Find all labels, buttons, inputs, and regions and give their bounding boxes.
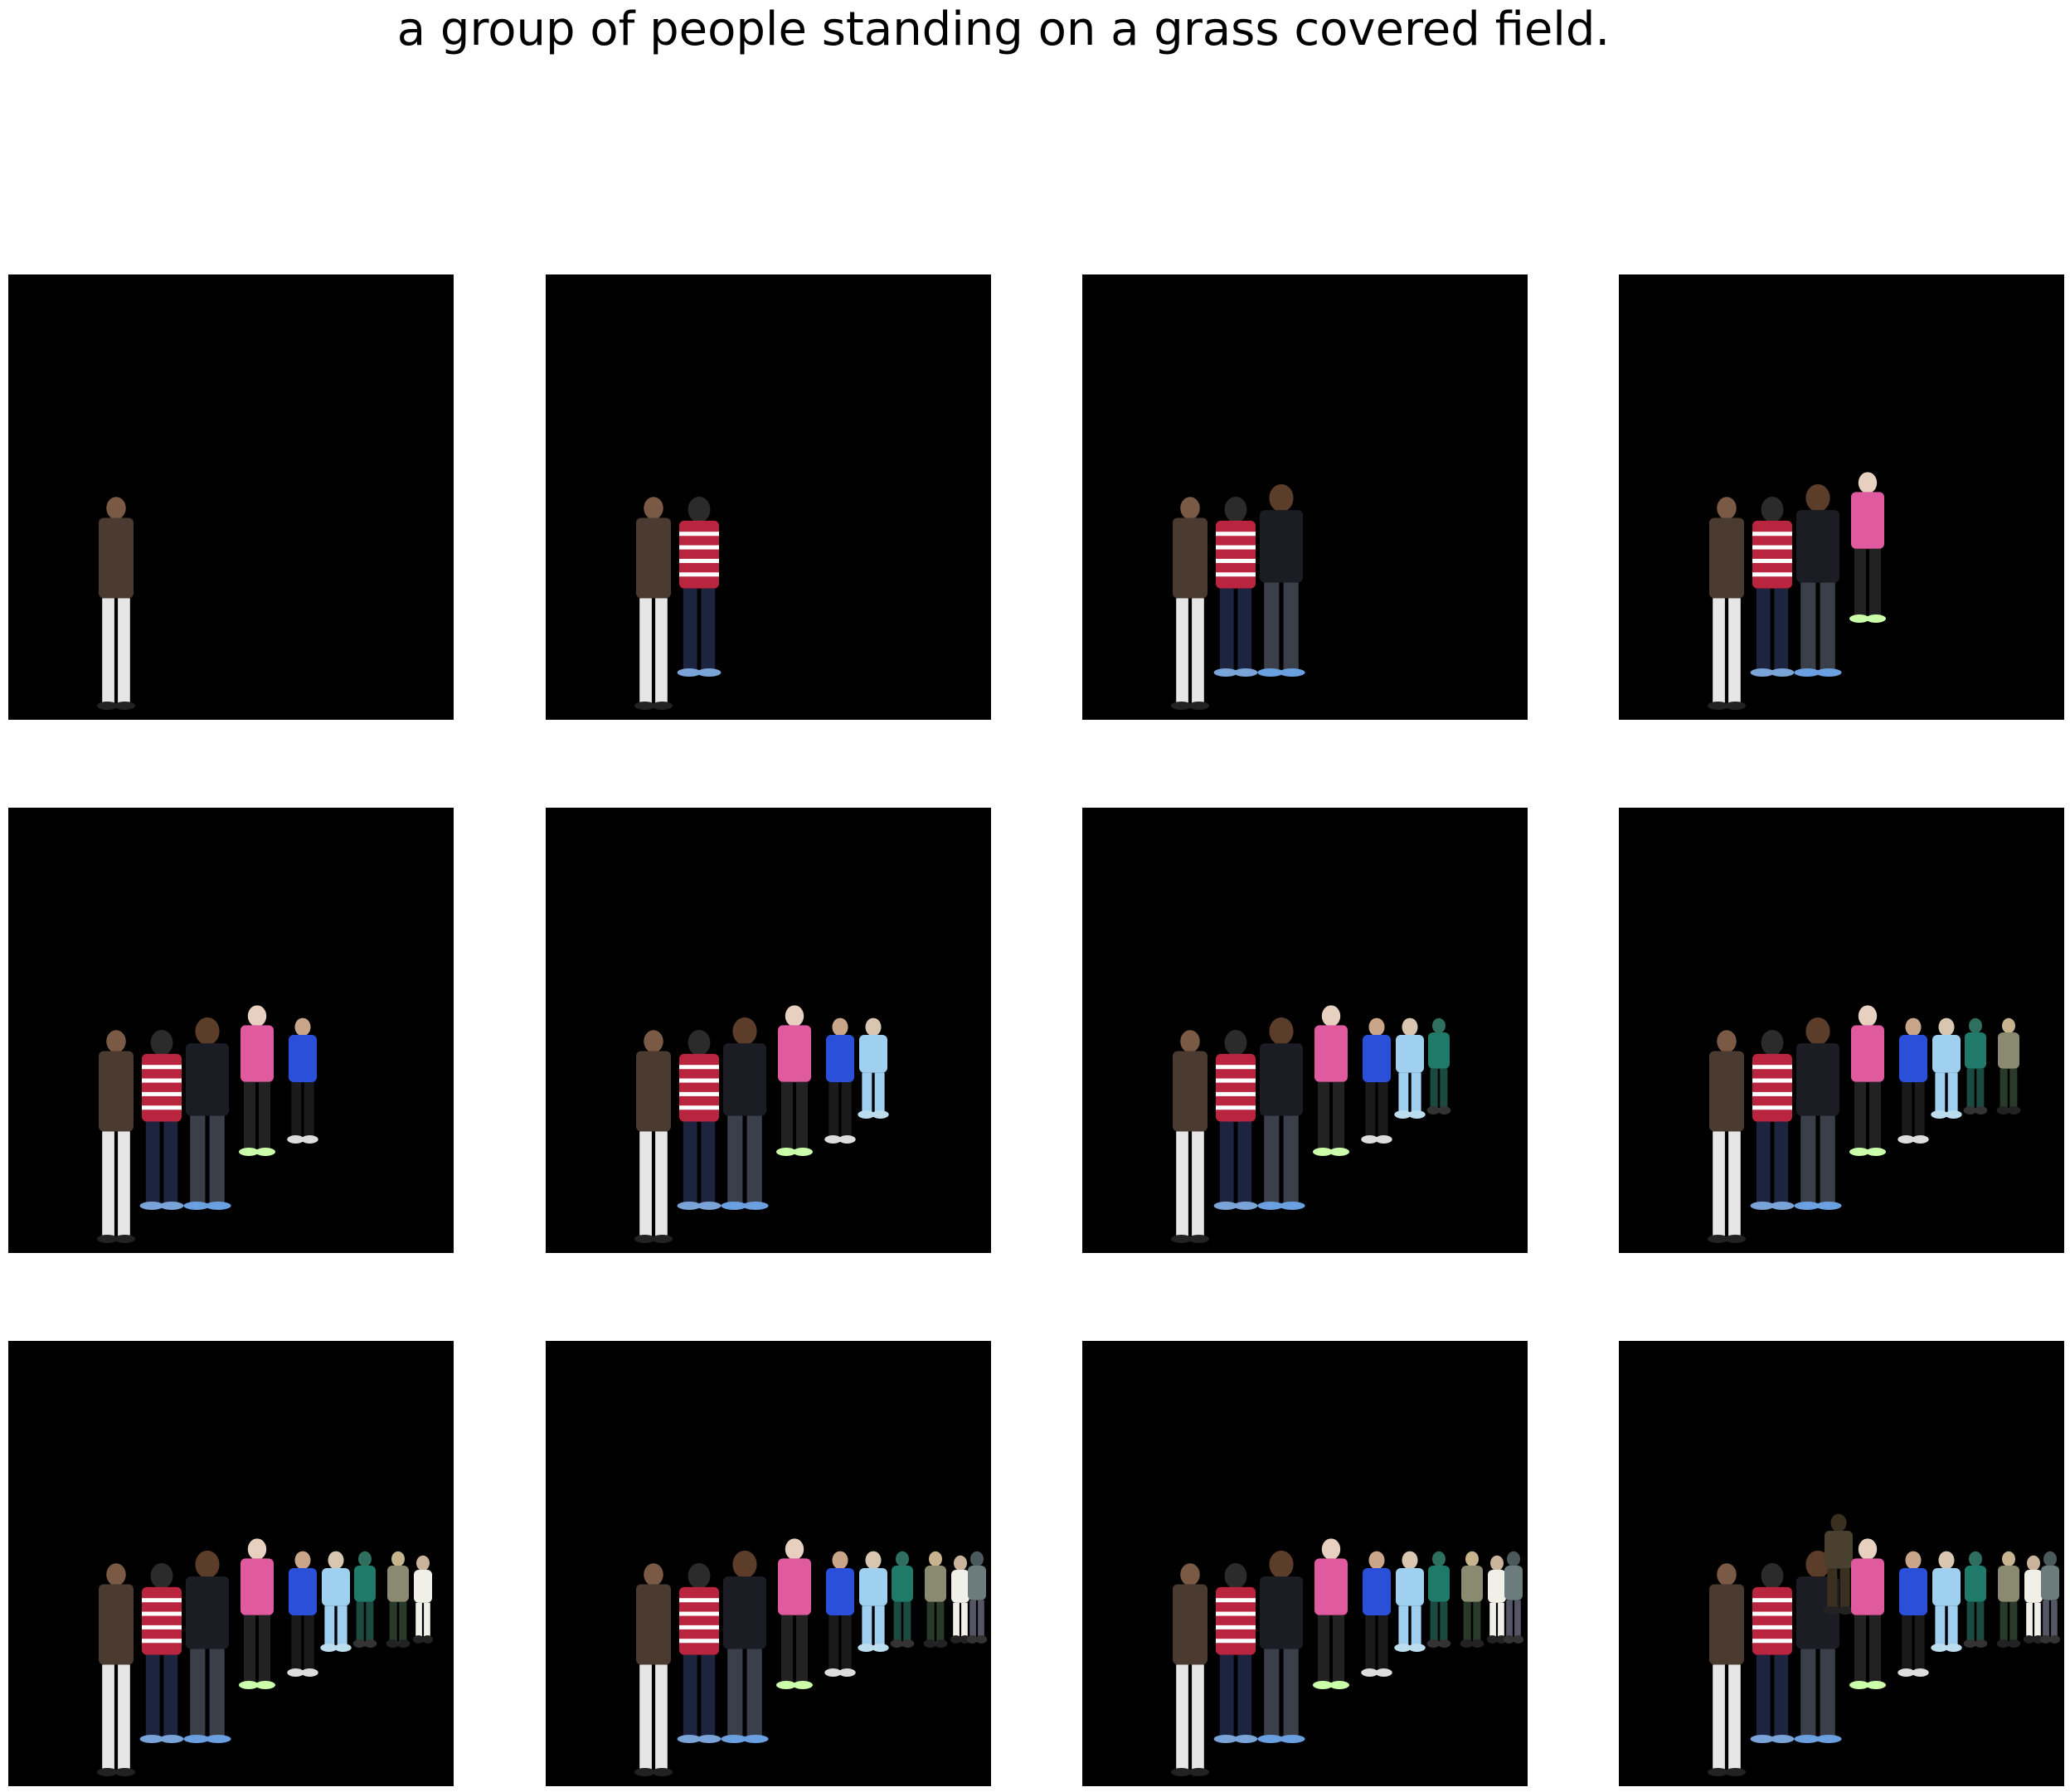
person-figure-1 [96, 1030, 136, 1243]
image-panel-2 [546, 274, 991, 720]
person-figure-2 [677, 496, 722, 677]
person-figure-10 [2039, 1551, 2061, 1644]
person-figure-1 [1707, 497, 1747, 710]
person-figure-2 [1750, 1029, 1795, 1210]
person-figure-8 [923, 1551, 948, 1648]
person-figure-6 [858, 1551, 889, 1652]
image-panel-4 [1619, 274, 2064, 720]
image-panel-12 [1619, 1341, 2064, 1786]
person-figure-3 [1794, 483, 1842, 677]
person-figure-5 [1361, 1017, 1392, 1144]
person-figure-3 [1257, 1550, 1305, 1743]
image-panel-7 [1082, 808, 1528, 1253]
person-figure-9 [412, 1555, 434, 1644]
person-figure-5 [824, 1551, 856, 1677]
person-figure-4 [776, 1005, 813, 1156]
person-figure-2 [1213, 1562, 1258, 1743]
panel-figures [1170, 1538, 1524, 1776]
person-figure-4 [776, 1538, 813, 1689]
person-figure-6 [1931, 1017, 1962, 1119]
person-figure-8 [1996, 1017, 2021, 1115]
person-figure-2 [1750, 496, 1795, 677]
person-figure-5 [1898, 1017, 1929, 1144]
person-figure-4 [1313, 1005, 1349, 1156]
person-figure-3 [1794, 1017, 1842, 1210]
image-panel-11 [1082, 1341, 1528, 1786]
panel-figures [1707, 472, 1886, 710]
person-figure-4 [1849, 1538, 1886, 1689]
person-figure-1 [634, 497, 673, 710]
panel-figures [1707, 1513, 2061, 1776]
image-panel-10 [546, 1341, 991, 1786]
person-figure-5 [287, 1551, 318, 1677]
person-figure-2 [677, 1562, 722, 1743]
person-figure-5 [287, 1017, 318, 1144]
person-figure-8 [1996, 1551, 2021, 1648]
person-figure-9 [950, 1555, 971, 1644]
person-figure-7 [890, 1551, 915, 1648]
person-figure-1 [634, 1030, 673, 1243]
person-figure-6 [1931, 1551, 1962, 1652]
panel-figures [634, 1005, 889, 1243]
person-figure-7 [1963, 1017, 1988, 1115]
person-figure-3 [183, 1017, 231, 1210]
person-figure-8 [1460, 1551, 1484, 1648]
person-figure-4 [1849, 472, 1886, 623]
person-figure-2 [139, 1029, 184, 1210]
person-figure-6 [858, 1017, 889, 1119]
panel-figures [1707, 1005, 2021, 1243]
person-figure-4 [1313, 1538, 1349, 1689]
person-figure-3 [721, 1550, 769, 1743]
person-figure-7 [1426, 1017, 1451, 1115]
panel-figures [96, 1538, 434, 1776]
person-figure-8 [386, 1551, 411, 1648]
person-figure-5 [1898, 1551, 1929, 1677]
panel-figures [96, 1005, 318, 1243]
person-figure-2 [1213, 496, 1258, 677]
image-panel-1 [8, 274, 454, 720]
person-figure-1 [1170, 1563, 1210, 1776]
image-panel-5 [8, 808, 454, 1253]
image-panel-8 [1619, 808, 2064, 1253]
person-figure-10 [966, 1551, 988, 1644]
person-figure-4 [1849, 1005, 1886, 1156]
person-figure-3 [721, 1017, 769, 1210]
panel-figures [1170, 483, 1305, 710]
person-figure-1 [96, 497, 136, 710]
person-figure-2 [677, 1029, 722, 1210]
person-figure-1 [96, 1563, 136, 1776]
person-figure-2 [139, 1562, 184, 1743]
person-figure-1 [634, 1563, 673, 1776]
person-figure-7 [1963, 1551, 1988, 1648]
image-panel-3 [1082, 274, 1528, 720]
person-figure-9 [2023, 1555, 2044, 1644]
person-figure-7 [1426, 1551, 1451, 1648]
person-figure-1 [1170, 1030, 1210, 1243]
panel-figures [634, 1538, 988, 1776]
person-figure-7 [352, 1551, 377, 1648]
person-figure-4 [239, 1005, 275, 1156]
person-figure-1 [1707, 1563, 1747, 1776]
panel-grid [0, 0, 2070, 1792]
panel-figures [96, 497, 136, 710]
person-figure-6 [320, 1551, 352, 1652]
person-figure-9 [1486, 1555, 1508, 1644]
panel-figures [634, 496, 722, 710]
person-figure-2 [1213, 1029, 1258, 1210]
person-figure-1 [1170, 497, 1210, 710]
person-figure-6 [1394, 1551, 1426, 1652]
person-figure-5 [824, 1017, 856, 1144]
person-figure-10 [1503, 1551, 1524, 1644]
person-figure-3 [1257, 483, 1305, 677]
person-figure-2 [1750, 1562, 1795, 1743]
person-figure-4 [239, 1538, 275, 1689]
person-figure-3 [1257, 1017, 1305, 1210]
person-figure-1 [1707, 1030, 1747, 1243]
image-panel-9 [8, 1341, 454, 1786]
panel-figures [1170, 1005, 1451, 1243]
person-figure-5 [1361, 1551, 1392, 1677]
image-panel-6 [546, 808, 991, 1253]
person-figure-3 [183, 1550, 231, 1743]
person-figure-6 [1394, 1017, 1426, 1119]
